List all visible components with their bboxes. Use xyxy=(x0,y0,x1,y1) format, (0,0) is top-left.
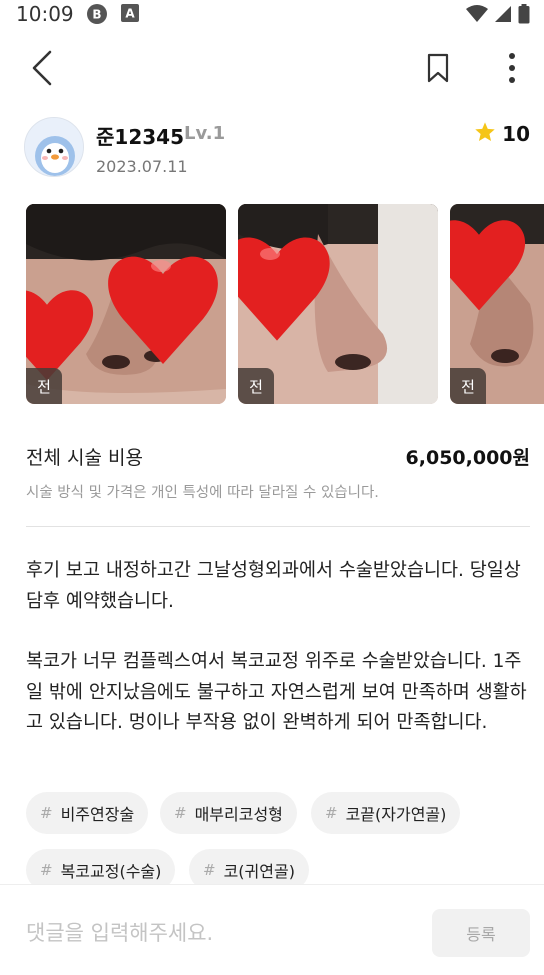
review-photo[interactable]: 전 xyxy=(450,204,544,404)
author-level: Lv.1 xyxy=(184,123,226,144)
hash-icon: # xyxy=(174,804,187,822)
tag-label: 복코교정(수술) xyxy=(60,862,162,881)
wifi-icon xyxy=(466,5,488,27)
a-status-letter: A xyxy=(125,7,135,21)
comment-input[interactable] xyxy=(26,913,406,953)
photo-badge: 전 xyxy=(26,368,62,404)
hash-icon: # xyxy=(203,861,216,879)
tag-chip[interactable]: # 비주연장술 xyxy=(26,792,149,834)
signal-icon xyxy=(494,5,512,27)
hash-icon: # xyxy=(40,861,53,879)
more-options-button[interactable] xyxy=(492,48,532,92)
avatar[interactable] xyxy=(24,117,84,177)
photo-gallery[interactable]: 전 전 전 xyxy=(26,204,544,404)
tag-chip[interactable]: # 코끝(자가연골) xyxy=(311,792,461,834)
hash-icon: # xyxy=(325,804,338,822)
cost-note: 시술 방식 및 가격은 개인 특성에 따라 달라질 수 있습니다. xyxy=(26,485,379,501)
cost-label: 전체 시술 비용 xyxy=(26,447,143,469)
tag-label: 코끝(자가연골) xyxy=(345,805,447,824)
review-paragraph: 복코가 너무 컴플렉스여서 복코교정 위주로 수술받았습니다. 1주일 밖에 안… xyxy=(26,651,527,733)
bookmark-icon xyxy=(426,53,450,87)
bookmark-button[interactable] xyxy=(418,48,458,92)
review-photo[interactable]: 전 xyxy=(26,204,226,404)
tag-label: 코(귀연골) xyxy=(223,862,295,881)
rating: 10 xyxy=(474,121,530,147)
star-icon xyxy=(474,121,496,147)
a-status-icon: A xyxy=(120,3,140,27)
submit-comment-button[interactable]: 등록 xyxy=(432,909,530,957)
status-time: 10:09 xyxy=(16,2,74,26)
review-paragraph: 후기 보고 내정하고간 그날성형외과에서 수술받았습니다. 당일상담후 예약했습… xyxy=(26,560,521,612)
b-status-letter: B xyxy=(92,8,101,22)
post-date: 2023.07.11 xyxy=(96,157,188,176)
b-status-icon: B xyxy=(86,3,108,29)
photo-badge: 전 xyxy=(450,368,486,404)
status-bar: 10:09 B A xyxy=(0,0,544,30)
tag-label: 비주연장술 xyxy=(60,805,135,824)
more-vertical-icon xyxy=(508,52,516,88)
review-photo[interactable]: 전 xyxy=(238,204,438,404)
tag-chip[interactable]: # 매부리코성형 xyxy=(160,792,297,834)
battery-icon xyxy=(518,4,530,28)
cost-row: 전체 시술 비용 6,050,000원 xyxy=(26,443,530,473)
cost-value: 6,050,000원 xyxy=(405,447,530,469)
top-app-bar xyxy=(0,38,544,100)
rating-value: 10 xyxy=(502,122,530,146)
divider xyxy=(26,526,530,527)
penguin-avatar-icon xyxy=(25,118,83,176)
hash-icon: # xyxy=(40,804,53,822)
tag-label: 매부리코성형 xyxy=(194,805,283,824)
photo-badge: 전 xyxy=(238,368,274,404)
author-header: 준12345 Lv.1 2023.07.11 10 xyxy=(24,115,530,185)
chevron-left-icon xyxy=(31,50,53,90)
comment-bar: 등록 xyxy=(0,884,544,975)
review-body: 후기 보고 내정하고간 그날성형외과에서 수술받았습니다. 당일상담후 예약했습… xyxy=(26,556,536,739)
back-button[interactable] xyxy=(22,48,62,92)
author-name[interactable]: 준12345 xyxy=(96,121,184,150)
